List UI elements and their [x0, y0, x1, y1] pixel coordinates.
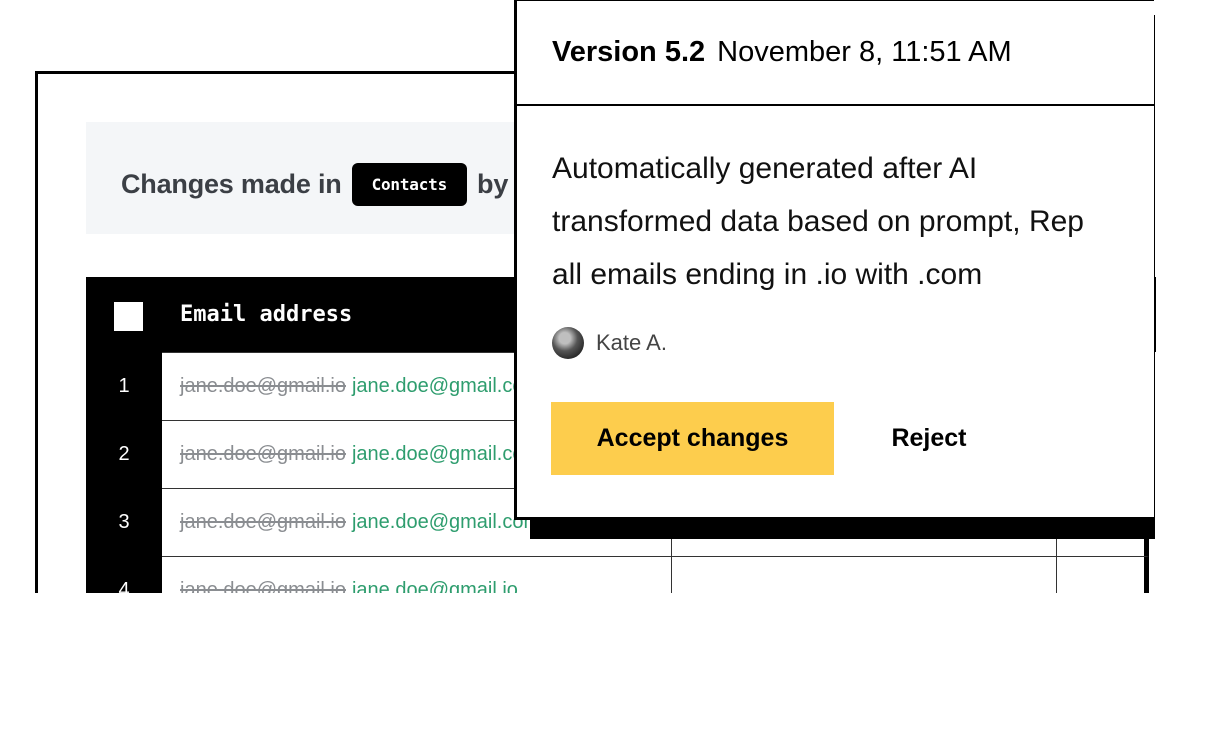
row-number: 4: [86, 556, 162, 593]
old-value: jane.doe@gmail.io: [180, 443, 346, 465]
version-description: Automatically generated after AI transfo…: [552, 142, 1154, 301]
version-popup: Version 5.2 November 8, 11:51 AM Automat…: [514, 0, 1154, 520]
column-header-email[interactable]: Email address: [180, 302, 352, 327]
row-number: 1: [86, 352, 162, 420]
row-number: 3: [86, 488, 162, 556]
changes-prefix: Changes made in: [121, 169, 342, 199]
table-chip[interactable]: Contacts: [351, 163, 468, 206]
table-cell[interactable]: [672, 556, 1057, 593]
select-all-checkbox[interactable]: [114, 302, 143, 331]
new-value: jane.doe@gmail.com: [351, 511, 541, 533]
table-cell[interactable]: [1057, 556, 1149, 593]
new-value: jane.doe@gmail.com: [351, 375, 541, 397]
description-line: all emails ending in .io with .com: [552, 258, 983, 291]
description-line: transformed data based on prompt, Rep: [552, 205, 1084, 238]
changes-suffix: by: [477, 169, 509, 199]
screenshot-viewport: Changes made in Contacts by Email addres…: [0, 0, 1222, 593]
new-value: jane.doe@gmail.io: [351, 579, 518, 593]
old-value: jane.doe@gmail.io: [180, 511, 346, 533]
new-value: jane.doe@gmail.com: [351, 443, 541, 465]
author-row: Kate A.: [552, 327, 667, 359]
description-line: Automatically generated after AI: [552, 152, 978, 185]
table-row[interactable]: 4 jane.doe@gmail.io jane.doe@gmail.io: [86, 556, 1156, 593]
accept-changes-button[interactable]: Accept changes: [551, 402, 834, 475]
email-cell[interactable]: jane.doe@gmail.io jane.doe@gmail.io: [162, 556, 672, 593]
row-number: 2: [86, 420, 162, 488]
reject-button[interactable]: Reject: [859, 402, 999, 475]
old-value: jane.doe@gmail.io: [180, 579, 346, 593]
avatar: [552, 327, 584, 359]
changes-summary: Changes made in Contacts by: [121, 163, 508, 206]
version-timestamp: November 8, 11:51 AM: [717, 36, 1012, 68]
version-header: Version 5.2 November 8, 11:51 AM: [517, 1, 1154, 106]
author-name: Kate A.: [596, 330, 667, 355]
version-label: Version 5.2: [552, 36, 706, 68]
old-value: jane.doe@gmail.io: [180, 375, 346, 397]
